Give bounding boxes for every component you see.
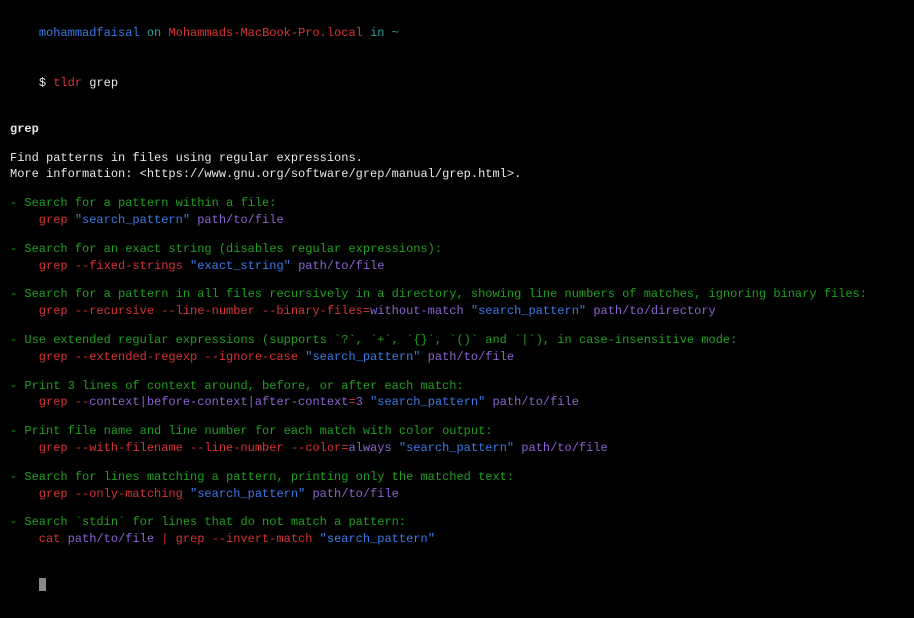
cmd-segment: path/to/file <box>521 441 607 455</box>
cmd-segment: path/to/file <box>197 213 283 227</box>
cmd-segment: path/to/file <box>312 487 398 501</box>
example-command: grep --only-matching "search_pattern" pa… <box>10 486 904 503</box>
bullet-dash: - <box>10 287 24 301</box>
page-title: grep <box>10 121 904 138</box>
cmd-segment: context|before-context|after-context <box>89 395 348 409</box>
page-more-info: More information: <https://www.gnu.org/s… <box>10 166 904 183</box>
shell-prompt-line[interactable]: mohammadfaisal on Mohammads-MacBook-Pro.… <box>10 8 904 58</box>
cmd-segment: grep --extended-regexp --ignore-case <box>39 350 305 364</box>
cmd-segment: "search_pattern" <box>471 304 586 318</box>
cmd-segment <box>485 395 492 409</box>
example-command: cat path/to/file | grep --invert-match "… <box>10 531 904 548</box>
example-desc: - Search for lines matching a pattern, p… <box>10 469 904 486</box>
cmd-segment: path/to/directory <box>593 304 715 318</box>
bullet-dash: - <box>10 242 24 256</box>
cmd-segment: = <box>348 395 355 409</box>
cmd-segment: "search_pattern" <box>399 441 514 455</box>
cmd-segment: "search_pattern" <box>320 532 435 546</box>
cmd-segment <box>291 259 298 273</box>
cmd-segment: | grep --invert-match <box>154 532 320 546</box>
page-desc: Find patterns in files using regular exp… <box>10 150 904 167</box>
example-desc-text: Use extended regular expressions (suppor… <box>24 333 737 347</box>
example-desc-text: Search for an exact string (disables reg… <box>24 242 442 256</box>
example-command: grep --context|before-context|after-cont… <box>10 394 904 411</box>
cmd-segment: "search_pattern" <box>75 213 190 227</box>
cmd-segment: grep <box>39 213 75 227</box>
prompt-in: in <box>363 26 392 40</box>
example-command: grep --fixed-strings "exact_string" path… <box>10 258 904 275</box>
example-desc-text: Search `stdin` for lines that do not mat… <box>24 515 406 529</box>
cmd-segment <box>363 395 370 409</box>
shell-command-line[interactable]: $ tldr grep <box>10 58 904 108</box>
cmd-segment: path/to/file <box>493 395 579 409</box>
cmd-segment: "search_pattern" <box>370 395 485 409</box>
prompt-on: on <box>140 26 169 40</box>
cmd-segment: without-match <box>370 304 464 318</box>
terminal-output: mohammadfaisal on Mohammads-MacBook-Pro.… <box>10 8 904 610</box>
bullet-dash: - <box>10 515 24 529</box>
bullet-dash: - <box>10 470 24 484</box>
example-command: grep --with-filename --line-number --col… <box>10 440 904 457</box>
cmd-segment: grep --fixed-strings <box>39 259 190 273</box>
cmd-segment: cat <box>39 532 68 546</box>
bullet-dash: - <box>10 333 24 347</box>
cmd-segment: "search_pattern" <box>190 487 305 501</box>
example-desc: - Search for a pattern within a file: <box>10 195 904 212</box>
example-desc: - Search `stdin` for lines that do not m… <box>10 514 904 531</box>
cmd-segment: grep --recursive --line-number --binary-… <box>39 304 370 318</box>
cmd-segment: "exact_string" <box>190 259 291 273</box>
next-prompt-line[interactable] <box>10 560 904 610</box>
example-desc: - Print file name and line number for ea… <box>10 423 904 440</box>
bullet-dash: - <box>10 379 24 393</box>
cmd-tool: tldr <box>53 76 82 90</box>
example-desc: - Search for an exact string (disables r… <box>10 241 904 258</box>
prompt-path: ~ <box>392 26 399 40</box>
cmd-segment: path/to/file <box>298 259 384 273</box>
prompt-user: mohammadfaisal <box>39 26 140 40</box>
example-desc: - Use extended regular expressions (supp… <box>10 332 904 349</box>
cmd-segment <box>392 441 399 455</box>
example-command: grep --recursive --line-number --binary-… <box>10 303 904 320</box>
cmd-segment: path/to/file <box>428 350 514 364</box>
cmd-segment: grep --only-matching <box>39 487 190 501</box>
example-command: grep "search_pattern" path/to/file <box>10 212 904 229</box>
example-desc-text: Search for lines matching a pattern, pri… <box>24 470 514 484</box>
example-desc: - Search for a pattern in all files recu… <box>10 286 904 303</box>
example-command: grep --extended-regexp --ignore-case "se… <box>10 349 904 366</box>
cmd-segment: grep --with-filename --line-number --col… <box>39 441 349 455</box>
bullet-dash: - <box>10 196 24 210</box>
examples-list: - Search for a pattern within a file:gre… <box>10 195 904 560</box>
cmd-segment: always <box>348 441 391 455</box>
cmd-segment: path/to/file <box>68 532 154 546</box>
prompt-ps1: $ <box>39 76 53 90</box>
example-desc: - Print 3 lines of context around, befor… <box>10 378 904 395</box>
bullet-dash: - <box>10 424 24 438</box>
cmd-segment <box>464 304 471 318</box>
cmd-segment: 3 <box>356 395 363 409</box>
cursor-icon <box>39 578 46 591</box>
example-desc-text: Search for a pattern within a file: <box>24 196 276 210</box>
cmd-arg: grep <box>89 76 118 90</box>
prompt-host: Mohammads-MacBook-Pro.local <box>168 26 362 40</box>
cmd-segment <box>420 350 427 364</box>
cmd-segment: "search_pattern" <box>305 350 420 364</box>
cmd-segment: grep -- <box>39 395 89 409</box>
example-desc-text: Print file name and line number for each… <box>24 424 492 438</box>
example-desc-text: Print 3 lines of context around, before,… <box>24 379 463 393</box>
example-desc-text: Search for a pattern in all files recurs… <box>24 287 867 301</box>
